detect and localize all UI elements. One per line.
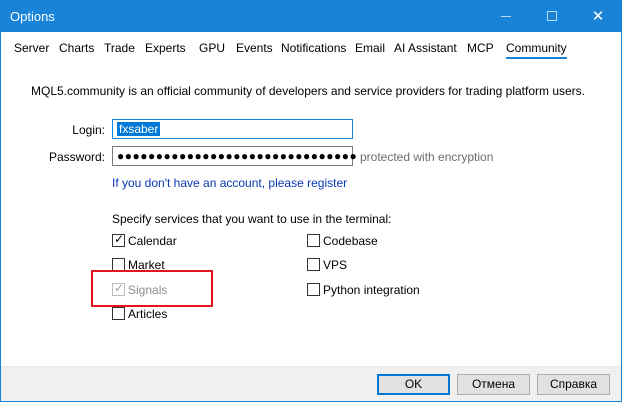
register-link[interactable]: If you don't have an account, please reg… [112, 176, 347, 190]
tab-notifications[interactable]: Notifications [281, 41, 346, 55]
tab-community[interactable]: Community [506, 41, 567, 59]
tab-server[interactable]: Server [14, 41, 49, 55]
minimize-icon [501, 16, 511, 17]
checkbox-vps[interactable]: VPS [307, 257, 367, 273]
ok-button[interactable]: OK [377, 374, 450, 395]
maximize-button[interactable] [529, 1, 575, 32]
checkbox-codebase-box[interactable] [307, 234, 320, 247]
login-value: fxsaber [117, 122, 161, 136]
tab-mcp[interactable]: MCP [467, 41, 494, 55]
signals-highlight-box [91, 270, 213, 307]
intro-text: MQL5.community is an official community … [31, 84, 586, 98]
checkbox-python-integration[interactable]: Python integration [307, 282, 427, 298]
login-input[interactable]: fxsaber [112, 119, 353, 139]
tab-trade[interactable]: Trade [104, 41, 135, 55]
tab-bar: Server Charts Trade Experts GPU Events N… [1, 32, 621, 62]
password-hint: protected with encryption [360, 150, 494, 164]
maximize-icon [547, 11, 557, 21]
minimize-button[interactable] [483, 1, 529, 32]
checkbox-articles-box[interactable] [112, 307, 125, 320]
checkbox-articles[interactable]: Articles [112, 306, 192, 322]
checkbox-vps-label: VPS [323, 258, 348, 272]
password-label: Password: [48, 150, 105, 164]
cancel-button[interactable]: Отмена [457, 374, 530, 395]
password-input[interactable]: ●●●●●●●●●●●●●●●●●●●●●●●●●●●●●●● [112, 146, 357, 166]
tab-experts[interactable]: Experts [145, 41, 186, 55]
login-label: Login: [72, 123, 105, 137]
close-button[interactable]: ✕ [575, 1, 621, 32]
tab-ai-assistant[interactable]: AI Assistant [394, 41, 457, 55]
options-dialog: Options ✕ Server Charts Trade Experts GP… [0, 0, 622, 402]
button-bar: OK Отмена Справка [1, 366, 621, 401]
tab-charts[interactable]: Charts [59, 41, 94, 55]
password-value: ●●●●●●●●●●●●●●●●●●●●●●●●●●●●●●● [117, 149, 358, 163]
checkbox-vps-box[interactable] [307, 258, 320, 271]
services-label: Specify services that you want to use in… [112, 212, 392, 226]
checkbox-python-integration-label: Python integration [323, 283, 420, 297]
tab-email[interactable]: Email [355, 41, 385, 55]
checkbox-codebase-label: Codebase [323, 234, 378, 248]
checkbox-calendar[interactable]: Calendar [112, 232, 192, 249]
title-bar[interactable]: Options ✕ [1, 1, 621, 32]
help-button[interactable]: Справка [537, 374, 610, 395]
community-panel: MQL5.community is an official community … [1, 62, 621, 366]
checkbox-python-integration-box[interactable] [307, 283, 320, 296]
close-icon: ✕ [591, 8, 605, 25]
checkbox-codebase[interactable]: Codebase [307, 233, 397, 249]
checkbox-articles-label: Articles [128, 307, 168, 321]
tab-events[interactable]: Events [236, 41, 273, 55]
tab-gpu[interactable]: GPU [199, 41, 225, 55]
checkbox-calendar-box[interactable] [112, 232, 125, 247]
window-title: Options [10, 9, 55, 24]
checkbox-calendar-label: Calendar [128, 234, 177, 248]
